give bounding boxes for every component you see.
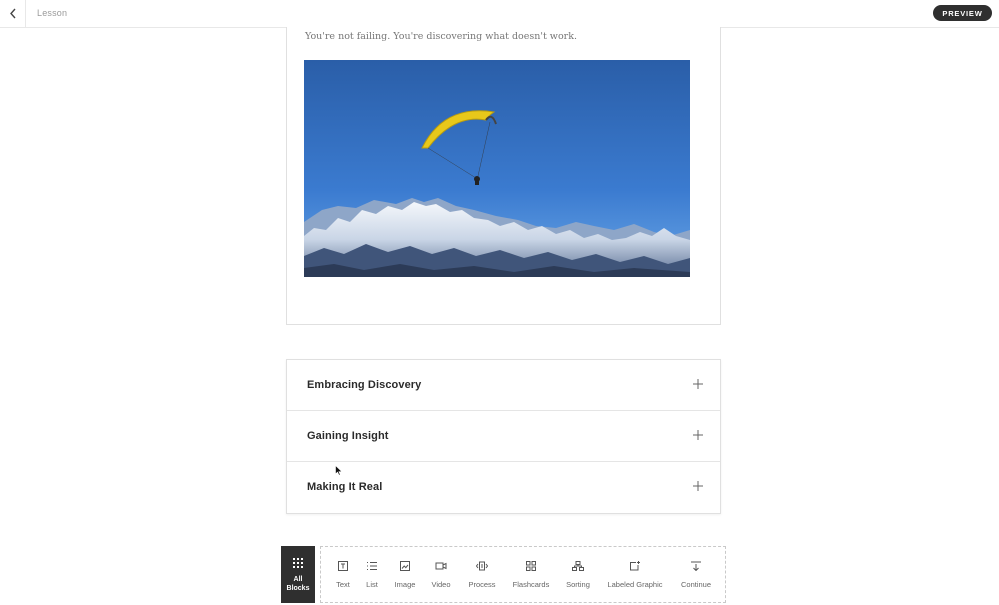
- labeled-graphic-block-button[interactable]: Labeled Graphic: [605, 547, 665, 602]
- accordion-item-title: Embracing Discovery: [307, 379, 422, 391]
- accordion-item[interactable]: Making It Real: [287, 462, 720, 513]
- process-block-button[interactable]: Process: [464, 547, 500, 602]
- all-blocks-button[interactable]: All Blocks: [281, 546, 315, 603]
- accordion-block: Embracing Discovery Gaining Insight Maki…: [286, 359, 721, 514]
- sorting-block-button[interactable]: Sorting: [561, 547, 595, 602]
- labeled-graphic-icon: [630, 561, 640, 571]
- block-label: Image: [394, 580, 416, 589]
- plus-icon[interactable]: [693, 379, 703, 389]
- block-label: Labeled Graphic: [607, 580, 663, 589]
- continue-block-button[interactable]: Continue: [677, 547, 715, 602]
- process-icon: [475, 561, 489, 571]
- paraglider-mountain-image[interactable]: [304, 60, 690, 277]
- preview-button[interactable]: PREVIEW: [933, 5, 992, 21]
- top-bar: Lesson PREVIEW: [0, 0, 999, 28]
- plus-icon[interactable]: [693, 430, 703, 440]
- grid-icon: [293, 558, 303, 568]
- back-button[interactable]: [0, 0, 26, 27]
- text-block-button[interactable]: Text: [327, 547, 359, 602]
- accordion-item[interactable]: Gaining Insight: [287, 411, 720, 462]
- accordion-item-title: Making It Real: [307, 481, 383, 493]
- block-label: Continue: [680, 580, 712, 589]
- block-label: List: [366, 580, 378, 589]
- text-icon: [338, 561, 348, 571]
- image-icon: [400, 561, 410, 571]
- flashcards-block-button[interactable]: Flashcards: [509, 547, 553, 602]
- block-label: Process: [468, 580, 496, 589]
- block-label: Sorting: [566, 580, 590, 589]
- lesson-title: Lesson: [37, 8, 68, 18]
- list-block-button[interactable]: List: [359, 547, 385, 602]
- image-block-button[interactable]: Image: [390, 547, 420, 602]
- video-icon: [435, 562, 447, 570]
- block-shortcut-bar: Text List Image Video Process Flashcards…: [320, 546, 726, 603]
- plus-icon[interactable]: [693, 481, 703, 491]
- intro-text: You're not failing. You're discovering w…: [305, 31, 577, 42]
- image-block[interactable]: You're not failing. You're discovering w…: [286, 27, 721, 325]
- mouse-cursor-icon: [335, 465, 343, 476]
- accordion-item-title: Gaining Insight: [307, 430, 389, 442]
- all-blocks-label: All Blocks: [286, 576, 310, 592]
- continue-icon: [691, 561, 701, 571]
- block-label: Flashcards: [512, 580, 550, 589]
- block-label: Video: [431, 580, 451, 589]
- block-label: Text: [336, 580, 350, 589]
- video-block-button[interactable]: Video: [427, 547, 455, 602]
- list-icon: [367, 562, 377, 570]
- sorting-icon: [572, 561, 584, 571]
- chevron-left-icon: [9, 8, 16, 19]
- accordion-item[interactable]: Embracing Discovery: [287, 360, 720, 411]
- flashcards-icon: [526, 561, 536, 571]
